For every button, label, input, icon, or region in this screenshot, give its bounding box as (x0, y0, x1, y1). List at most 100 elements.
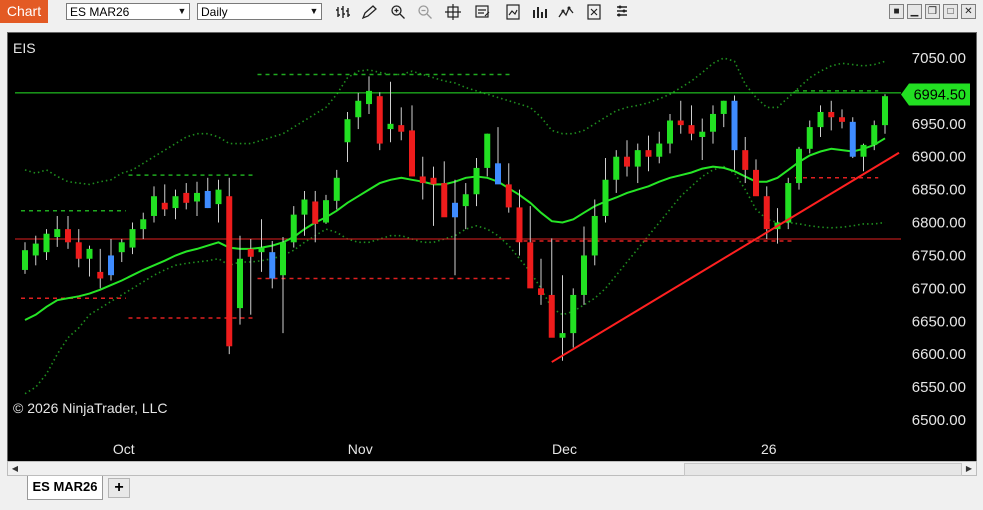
candle-body (54, 229, 61, 238)
drawing-tool-icon[interactable] (360, 3, 378, 21)
candle-body (323, 200, 329, 223)
candle (441, 161, 448, 218)
candle (430, 166, 437, 226)
chart-trader-icon[interactable] (557, 3, 575, 21)
candle (677, 100, 684, 134)
horizontal-scrollbar[interactable]: ◀ ▶ (7, 461, 977, 476)
candle (323, 194, 329, 224)
candle (570, 288, 577, 348)
price-chart[interactable]: 7050.007000.006950.006900.006850.006800.… (8, 33, 976, 461)
candle (581, 226, 587, 305)
candle (247, 239, 254, 315)
candle (796, 146, 802, 190)
x-tick-label: Oct (113, 441, 135, 457)
candle (688, 105, 695, 141)
candle-body (258, 247, 265, 253)
properties-icon[interactable] (613, 3, 631, 21)
candle-body (118, 242, 125, 253)
candle-body (215, 189, 222, 205)
candle-body (538, 288, 544, 295)
candle-body (753, 169, 759, 197)
data-box-icon[interactable] (474, 3, 492, 21)
candle (882, 94, 888, 134)
candle (398, 107, 405, 141)
candle (548, 238, 555, 338)
candle (366, 76, 372, 114)
minimize-button[interactable]: ▁ (907, 4, 922, 19)
instrument-selector[interactable]: ES MAR26 ▼ (66, 3, 190, 20)
tab-es-mar26[interactable]: ES MAR26 (27, 476, 103, 500)
candle-body (677, 120, 684, 126)
candle-body (548, 294, 555, 338)
candle (538, 258, 544, 305)
templates-icon[interactable] (585, 3, 603, 21)
y-tick-label: 6550.00 (912, 379, 966, 396)
candle (86, 245, 93, 277)
candle (204, 177, 211, 209)
close-button[interactable]: ✕ (961, 4, 976, 19)
candle (602, 158, 609, 223)
candle-body (796, 148, 802, 184)
candle-body (602, 179, 609, 216)
candle-body (817, 111, 824, 128)
square-icon: ■ (893, 6, 900, 17)
candle-body (204, 190, 211, 209)
candle (269, 240, 276, 289)
scrollbar-thumb[interactable] (684, 463, 962, 476)
y-tick-label: 6500.00 (912, 412, 966, 429)
candle (387, 81, 394, 143)
scroll-left-icon[interactable]: ◀ (8, 462, 22, 475)
candle (108, 239, 114, 281)
interval-selector[interactable]: Daily ▼ (197, 3, 322, 20)
candle (667, 113, 673, 154)
candle (645, 135, 652, 172)
restore-button[interactable]: ❐ (925, 4, 940, 19)
bar-type-icon[interactable] (334, 3, 352, 21)
candle-body (613, 156, 620, 180)
toolbar: Chart ES MAR26 ▼ Daily ▼ ■ ▁ ❐ □ ✕ (0, 0, 983, 24)
candle (710, 105, 716, 144)
indicators-icon[interactable] (504, 3, 522, 21)
candle-body (871, 125, 878, 145)
candle (22, 242, 28, 274)
window-option-button[interactable]: ■ (889, 4, 904, 19)
candle (183, 183, 190, 210)
candle-body (108, 255, 114, 276)
candle-body (172, 196, 179, 209)
zoom-out-icon[interactable] (416, 3, 434, 21)
maximize-button[interactable]: □ (943, 4, 958, 19)
candle-body (710, 113, 716, 132)
candle-body (742, 150, 749, 170)
add-tab-button[interactable]: + (108, 478, 130, 498)
candle-body (495, 163, 501, 185)
candle-body (849, 121, 856, 157)
candle-body (462, 194, 469, 207)
candle-body (237, 258, 243, 309)
candle-body (559, 333, 566, 338)
candle-body (65, 229, 71, 243)
candle (860, 143, 867, 172)
candle-body (140, 219, 147, 230)
candle (140, 212, 147, 239)
candle-body (570, 294, 577, 334)
candle (54, 215, 61, 247)
scroll-right-icon[interactable]: ▶ (962, 462, 976, 475)
candle (828, 100, 835, 131)
strategies-icon[interactable] (531, 3, 549, 21)
candle-body (333, 177, 340, 201)
candle (462, 183, 469, 230)
crosshair-icon[interactable] (444, 3, 462, 21)
candle (32, 235, 39, 266)
x-tick-label: Nov (348, 441, 373, 457)
zoom-in-icon[interactable] (389, 3, 407, 21)
candle (129, 222, 136, 255)
candle-body (839, 117, 845, 122)
candle (817, 105, 824, 137)
chart-panel[interactable]: 7050.007000.006950.006900.006850.006800.… (7, 32, 977, 462)
candle-body (226, 196, 233, 347)
x-axis: Oct Nov Dec 26 (113, 441, 777, 457)
candle-body (828, 111, 835, 118)
chevron-down-icon: ▼ (177, 6, 187, 16)
candle-body (376, 96, 383, 144)
candle-body (269, 252, 276, 279)
